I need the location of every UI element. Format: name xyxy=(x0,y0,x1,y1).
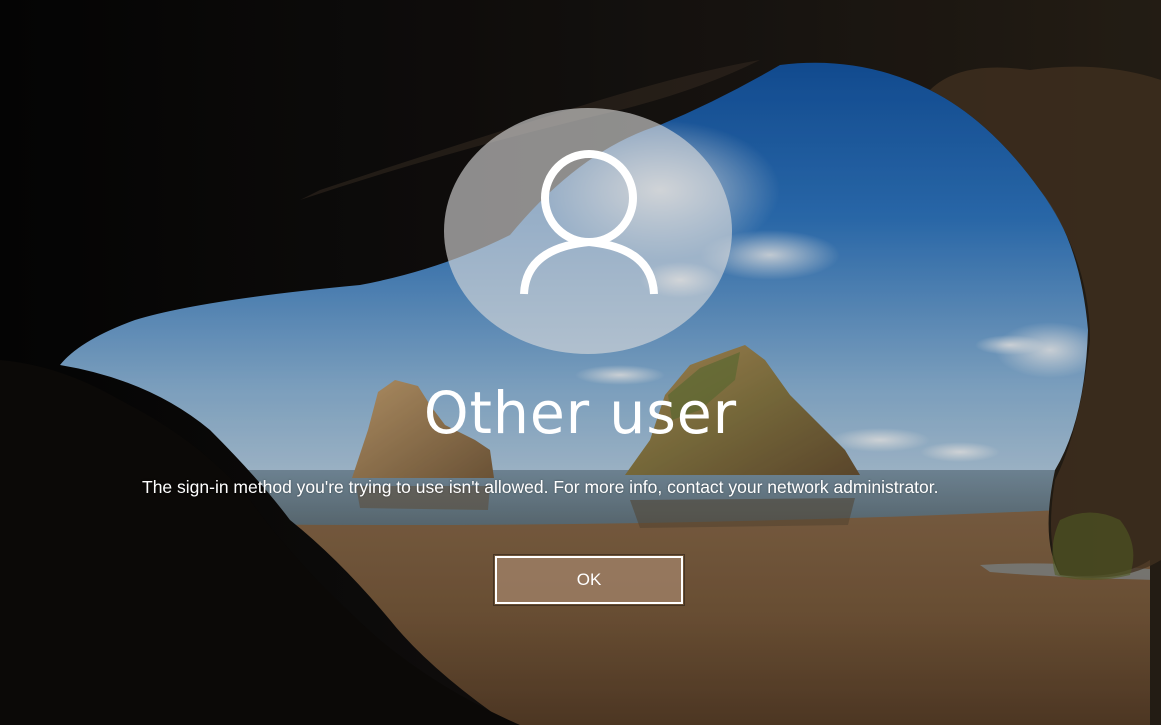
sign-in-error-message: The sign-in method you're trying to use … xyxy=(142,477,939,497)
user-avatar xyxy=(444,108,732,354)
lock-screen: Other user The sign-in method you're try… xyxy=(0,0,1161,725)
username-label: Other user xyxy=(423,379,738,447)
ok-button[interactable]: OK xyxy=(493,554,685,606)
user-silhouette-icon xyxy=(520,150,658,295)
ok-button-label: OK xyxy=(576,570,602,589)
